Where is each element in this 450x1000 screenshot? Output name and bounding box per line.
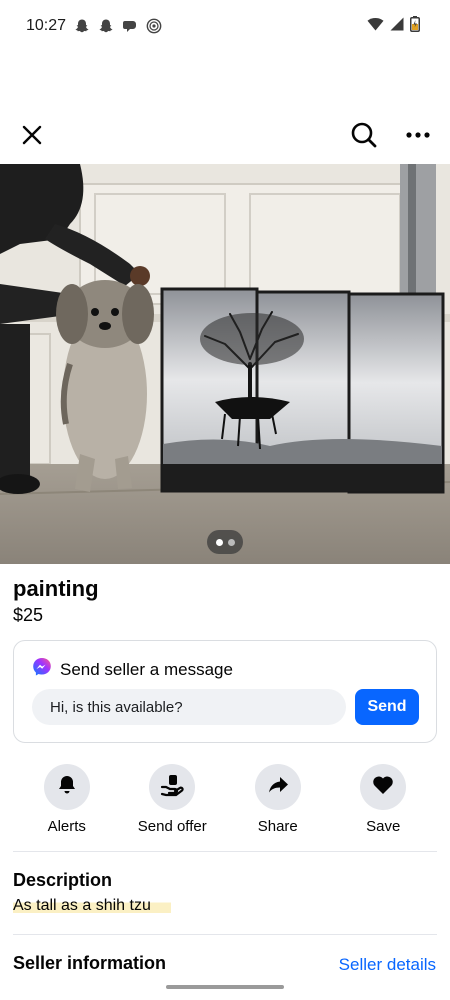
messenger-icon <box>32 657 52 682</box>
offer-icon <box>160 773 184 802</box>
share-button[interactable]: Share <box>228 764 328 835</box>
bell-icon <box>56 774 78 801</box>
threads-icon <box>146 18 162 34</box>
save-button[interactable]: Save <box>333 764 433 835</box>
seller-details-link[interactable]: Seller details <box>339 955 436 975</box>
share-label: Share <box>257 818 298 835</box>
message-header: Send seller a message <box>32 657 233 682</box>
status-left: 10:27 <box>26 17 162 35</box>
signal-icon <box>390 17 404 36</box>
listing-price: $25 <box>13 605 44 625</box>
listing-photo-illustration <box>0 164 450 564</box>
alerts-circle <box>43 764 90 810</box>
alerts-button[interactable]: Alerts <box>17 764 117 835</box>
pager-dot <box>227 538 235 546</box>
battery-icon <box>410 15 420 37</box>
message-input[interactable]: Hi, is this available? <box>32 689 346 725</box>
send-offer-circle <box>149 764 196 810</box>
home-indicator[interactable] <box>166 985 284 989</box>
description-heading: Description <box>13 870 113 890</box>
painting-panels <box>160 287 445 494</box>
share-circle <box>254 764 301 810</box>
action-row: Alerts Send offer Share Save <box>0 764 450 835</box>
divider <box>13 851 437 852</box>
close-icon[interactable] <box>16 119 48 151</box>
wifi-icon <box>367 17 384 36</box>
status-right <box>367 15 420 37</box>
divider <box>13 934 437 935</box>
status-time: 10:27 <box>26 17 67 34</box>
search-icon[interactable] <box>348 119 380 151</box>
more-icon[interactable] <box>402 119 434 151</box>
snapchat-icon <box>98 18 114 34</box>
message-header-text: Send seller a message <box>60 659 233 679</box>
status-bar: 10:27 <box>0 0 450 52</box>
top-right-actions <box>348 119 434 151</box>
listing-title: painting <box>13 576 99 601</box>
heart-icon <box>372 775 394 800</box>
chat-icon <box>122 18 138 34</box>
share-icon <box>267 774 289 801</box>
listing-photo[interactable] <box>0 164 450 564</box>
send-offer-label: Send offer <box>137 818 207 835</box>
pager-dot-active <box>215 538 223 546</box>
save-label: Save <box>366 818 401 835</box>
send-offer-button[interactable]: Send offer <box>122 764 222 835</box>
alerts-label: Alerts <box>47 818 86 835</box>
send-button[interactable]: Send <box>355 689 419 725</box>
seller-heading: Seller information <box>13 953 167 973</box>
message-card: Send seller a message Hi, is this availa… <box>13 640 437 743</box>
photo-pager[interactable] <box>207 530 243 554</box>
top-bar <box>0 112 450 158</box>
save-circle <box>360 764 407 810</box>
snapchat-icon <box>74 18 90 34</box>
description-text: As tall as a shih tzu <box>13 897 171 915</box>
